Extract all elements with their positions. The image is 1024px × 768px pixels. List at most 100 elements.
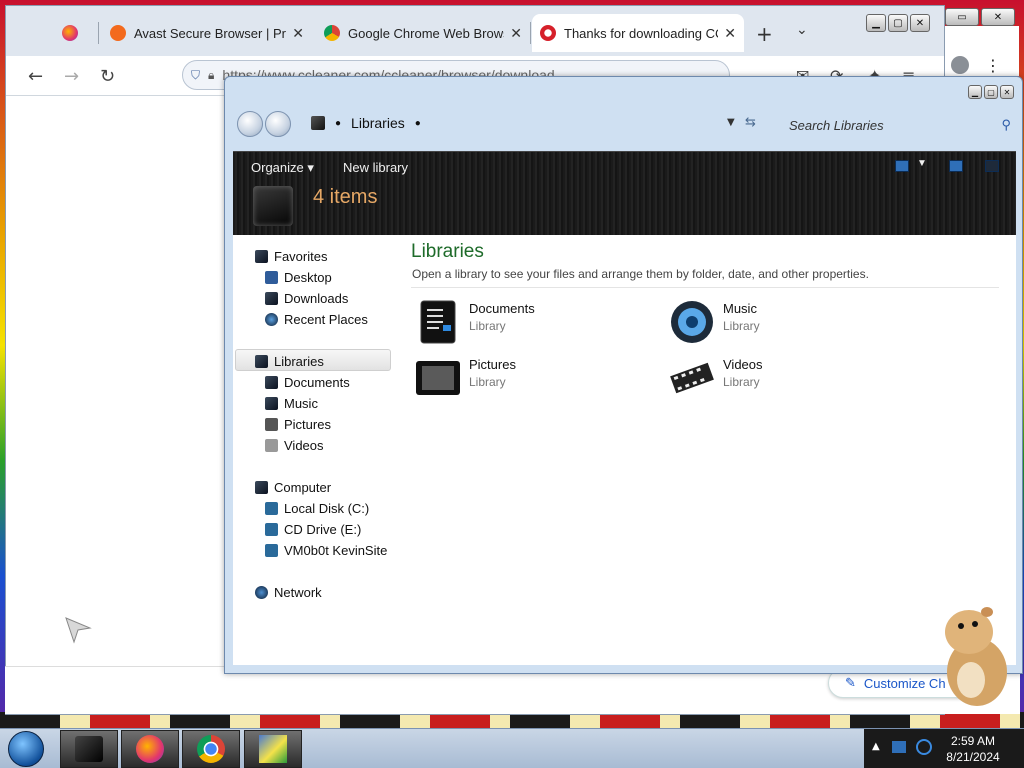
- nav-label: Computer: [274, 480, 332, 495]
- close-tab-icon[interactable]: ✕: [510, 25, 522, 42]
- new-tab-button[interactable]: +: [756, 22, 773, 46]
- help-icon[interactable]: [985, 160, 999, 172]
- clock-date: 8/21/2024: [946, 750, 1000, 764]
- tab-avast[interactable]: Avast Secure Browser | Private ✕: [102, 14, 312, 52]
- taskbar-installer[interactable]: [244, 730, 302, 768]
- taskbar: ▲ 2:59 AM 8/21/2024: [0, 728, 1024, 768]
- close-button[interactable]: ✕: [981, 8, 1015, 26]
- tab-title: Google Chrome Web Browser: [348, 25, 505, 41]
- tab-strip: Avast Secure Browser | Private ✕ Google …: [6, 6, 944, 56]
- nav-network-drive[interactable]: VM0b0t KevinSite: [265, 543, 387, 558]
- nav-music[interactable]: Music: [265, 396, 318, 411]
- change-view-icon[interactable]: [895, 160, 909, 172]
- library-type: Library: [723, 319, 760, 333]
- library-music[interactable]: Music Library: [669, 299, 760, 345]
- tab-ccleaner[interactable]: Thanks for downloading CCle ✕: [532, 14, 744, 52]
- music-speaker-icon: [671, 301, 713, 343]
- cd-drive-icon: [265, 523, 278, 536]
- back-button[interactable]: [237, 111, 263, 137]
- outer-window-controls: ▭ ✕: [945, 8, 1019, 26]
- breadcrumb[interactable]: ● Libraries ●: [311, 115, 421, 131]
- firefox-icon: [136, 735, 164, 763]
- libraries-large-icon: [253, 186, 293, 226]
- tab-firefox[interactable]: [54, 14, 98, 52]
- recent-places-icon: [265, 313, 278, 326]
- search-input[interactable]: Search Libraries ⚲: [781, 113, 1017, 137]
- refresh-icon[interactable]: ⇆: [745, 115, 756, 130]
- start-button[interactable]: [8, 731, 44, 767]
- nav-label: Videos: [284, 438, 324, 453]
- minimize-button[interactable]: ▁: [968, 85, 982, 99]
- breadcrumb-libraries[interactable]: Libraries: [351, 115, 405, 131]
- shield-icon[interactable]: ⛉: [191, 68, 200, 83]
- library-videos[interactable]: Videos Library: [669, 355, 763, 401]
- show-hidden-icons-icon[interactable]: ▲: [872, 741, 880, 752]
- nav-label: Downloads: [284, 291, 349, 306]
- nav-label: Desktop: [284, 270, 332, 285]
- nav-cd-drive[interactable]: CD Drive (E:): [265, 522, 361, 537]
- lock-icon[interactable]: 🔒︎: [208, 68, 214, 83]
- nav-desktop[interactable]: Desktop: [265, 270, 332, 285]
- divider: [411, 287, 999, 288]
- libraries-icon: [255, 355, 268, 368]
- organize-label: Organize: [251, 160, 304, 175]
- nav-libraries[interactable]: Libraries: [255, 354, 324, 369]
- nav-computer[interactable]: Computer: [255, 480, 331, 495]
- search-icon[interactable]: ⚲: [1001, 117, 1011, 133]
- desktop-icon: [265, 271, 278, 284]
- breadcrumb-separator[interactable]: ●: [335, 118, 341, 129]
- close-tab-icon[interactable]: ✕: [292, 25, 304, 42]
- taskbar-firefox[interactable]: [121, 730, 179, 768]
- page-title: Libraries: [411, 241, 484, 262]
- profile-avatar[interactable]: [951, 56, 969, 74]
- taskbar-chrome[interactable]: [182, 730, 240, 768]
- chevron-down-icon[interactable]: ▼: [917, 158, 927, 169]
- documents-icon: [420, 300, 456, 344]
- more-menu-icon[interactable]: ⋮: [985, 56, 1001, 75]
- nav-label: Documents: [284, 375, 350, 390]
- close-button[interactable]: ✕: [1000, 85, 1014, 99]
- organize-button[interactable]: Organize ▾: [251, 160, 314, 176]
- library-type: Library: [723, 375, 760, 389]
- tab-list-button[interactable]: ⌄: [796, 22, 808, 38]
- libraries-content: Libraries Open a library to see your fil…: [411, 235, 1016, 665]
- taskbar-explorer[interactable]: [60, 730, 118, 768]
- nav-local-disk[interactable]: Local Disk (C:): [265, 501, 369, 516]
- nav-videos[interactable]: Videos: [265, 438, 324, 453]
- chrome-icon: [197, 735, 225, 763]
- restore-button[interactable]: ▭: [945, 8, 979, 26]
- tab-chrome[interactable]: Google Chrome Web Browser ✕: [316, 14, 530, 52]
- breadcrumb-separator[interactable]: ●: [415, 118, 421, 129]
- nav-network[interactable]: Network: [255, 585, 322, 600]
- forward-button[interactable]: [265, 111, 291, 137]
- new-library-button[interactable]: New library: [343, 160, 408, 175]
- reload-icon[interactable]: ↻: [100, 66, 115, 87]
- network-drive-icon: [265, 544, 278, 557]
- avast-icon: [110, 25, 126, 41]
- pencil-icon: ✎: [845, 675, 856, 690]
- forward-icon[interactable]: →: [64, 66, 79, 87]
- library-documents[interactable]: Documents Library: [415, 299, 535, 345]
- libraries-icon: [75, 736, 103, 762]
- maximize-button[interactable]: ▢: [888, 14, 908, 32]
- mouse-cursor-icon: [65, 617, 92, 644]
- music-icon: [265, 397, 278, 410]
- chevron-down-icon[interactable]: ▼: [727, 117, 735, 128]
- nav-label: Pictures: [284, 417, 331, 432]
- nav-pictures[interactable]: Pictures: [265, 417, 331, 432]
- back-icon[interactable]: ←: [28, 66, 43, 87]
- preview-pane-icon[interactable]: [949, 160, 963, 172]
- command-bar: Organize ▾ New library ▼ 4 items: [233, 151, 1016, 235]
- nav-favorites[interactable]: Favorites: [255, 249, 327, 264]
- nav-downloads[interactable]: Downloads: [265, 291, 348, 306]
- close-button[interactable]: ✕: [910, 14, 930, 32]
- network-tray-icon[interactable]: [892, 741, 906, 753]
- nav-label: Local Disk (C:): [284, 501, 370, 516]
- nav-documents[interactable]: Documents: [265, 375, 350, 390]
- nav-recent-places[interactable]: Recent Places: [265, 312, 368, 327]
- library-pictures[interactable]: Pictures Library: [415, 355, 516, 401]
- minimize-button[interactable]: ▁: [866, 14, 886, 32]
- close-tab-icon[interactable]: ✕: [724, 25, 736, 42]
- maximize-button[interactable]: ▢: [984, 85, 998, 99]
- clock[interactable]: 2:59 AM 8/21/2024: [930, 733, 1016, 765]
